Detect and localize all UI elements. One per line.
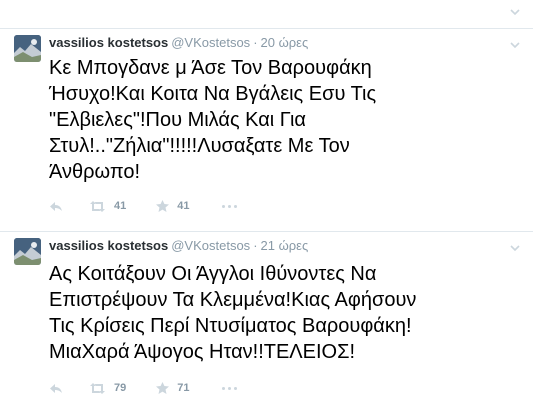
tweet-text-line: Άνθρωπο! <box>49 161 141 183</box>
tweet-text-line: Τις Κρίσεις Περί Ντυσίματος Βαρουφάκη! <box>49 315 412 337</box>
more-button[interactable] <box>221 204 238 208</box>
retweet-count: 79 <box>114 382 127 394</box>
author-handle[interactable]: @VKostetsos <box>171 35 250 50</box>
tweet-header: vassilios kostetsos @VKostetsos · 21 ώρες <box>49 238 308 254</box>
tweet-header: vassilios kostetsos @VKostetsos · 20 ώρες <box>49 35 308 51</box>
tweet-text-line: Επιστρέψουν Τα Κλεμμένα!Κιας Αφήσουν <box>49 289 417 311</box>
tweet-text-line: Ας Κοιτάξουν Οι Άγγλοι Ιθύνοντες Να <box>49 263 377 285</box>
tweet-text-line: ΜιαΧαρά Άψογος Ηταν!!ΤΕΛΕΙΟΣ! <box>49 341 356 363</box>
chevron-down-icon[interactable] <box>510 40 520 50</box>
tweet-stream: vassilios kostetsos @VKostetsos · 20 ώρες Κ… <box>0 0 533 403</box>
chevron-down-icon[interactable] <box>510 243 520 253</box>
separator-dot: · <box>253 238 258 253</box>
previous-tweet-stub <box>0 0 533 28</box>
retweet-count: 41 <box>114 200 127 212</box>
favorite-count: 41 <box>177 200 190 212</box>
more-button[interactable] <box>221 386 238 390</box>
timestamp[interactable]: 21 ώρες <box>261 238 309 253</box>
more-icon-dot <box>227 204 231 208</box>
tweet-text: Κε Μπογδανε μ Άσε Τον Βαρουφάκη Ήσυχο!Κα… <box>49 55 529 185</box>
star-icon <box>156 200 170 212</box>
author-name[interactable]: vassilios kostetsos <box>49 35 168 50</box>
tweet-text-line: Κε Μπογδανε μ Άσε Τον Βαρουφάκη <box>49 57 372 79</box>
chevron-down-icon[interactable] <box>510 7 520 17</box>
star-icon <box>156 382 170 394</box>
avatar[interactable] <box>14 35 41 62</box>
timestamp[interactable]: 20 ώρες <box>261 35 309 50</box>
author-name[interactable]: vassilios kostetsos <box>49 238 168 253</box>
favorite-button[interactable]: 41 <box>156 200 190 212</box>
reply-icon <box>50 201 62 211</box>
retweet-button[interactable]: 79 <box>89 382 126 394</box>
separator-dot: · <box>253 35 258 50</box>
more-icon-dot <box>227 386 231 390</box>
tweet-text-line: Στυλ!.."Ζήλια"!!!!!Λυσαξατε Με Τον <box>49 135 350 157</box>
tweet-text: Ας Κοιτάξουν Οι Άγγλοι Ιθύνοντες Να Επισ… <box>49 261 529 365</box>
reply-button[interactable] <box>49 201 63 212</box>
favorite-count: 71 <box>177 382 190 394</box>
retweet-icon <box>90 382 105 394</box>
favorite-button[interactable]: 71 <box>156 382 190 394</box>
reply-button[interactable] <box>49 383 63 394</box>
tweet-actions: 41 41 <box>49 198 258 214</box>
tweet-text-line: Ήσυχο!Και Κοιτα Να Βγάλεις Εσυ Τις <box>49 83 377 105</box>
tweet-actions: 79 71 <box>49 380 258 396</box>
tweet-text-line: "Ελβιελες"!Που Μιλάς Και Για <box>49 109 306 131</box>
more-icon-dot <box>233 386 237 390</box>
reply-icon <box>50 383 62 393</box>
tweet[interactable]: vassilios kostetsos @VKostetsos · 20 ώρες Κ… <box>0 28 533 228</box>
author-handle[interactable]: @VKostetsos <box>171 238 250 253</box>
avatar[interactable] <box>14 238 41 265</box>
retweet-icon <box>90 200 105 212</box>
more-icon-dot <box>221 386 225 390</box>
tweet[interactable]: vassilios kostetsos @VKostetsos · 21 ώρες Α… <box>0 231 533 403</box>
more-icon-dot <box>233 204 237 208</box>
more-icon-dot <box>221 204 225 208</box>
retweet-button[interactable]: 41 <box>89 200 126 212</box>
